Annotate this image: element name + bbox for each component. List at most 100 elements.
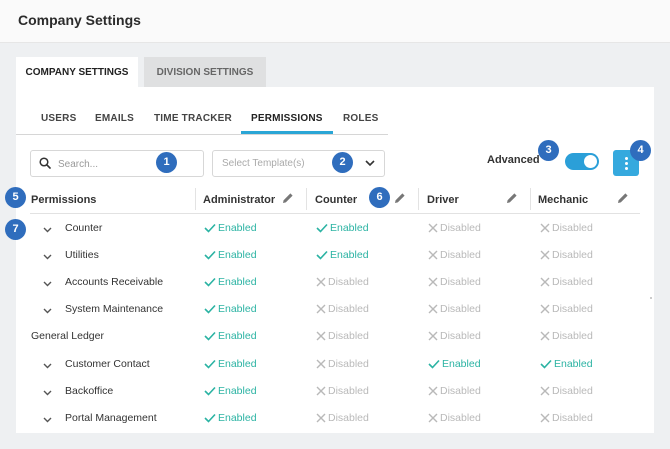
permission-cell-administrator[interactable]: Enabled [204, 412, 257, 424]
permission-cell-driver[interactable]: Enabled [428, 358, 481, 370]
advanced-label: Advanced [487, 154, 540, 166]
chevron-down-icon[interactable] [43, 281, 52, 287]
chevron-down-icon[interactable] [43, 417, 52, 423]
callout-badge-2: 2 [332, 152, 353, 173]
pencil-icon[interactable] [394, 192, 406, 204]
permission-cell-administrator[interactable]: Enabled [204, 330, 257, 342]
permission-label: General Ledger [31, 330, 104, 342]
permission-cell-counter[interactable]: Disabled [316, 385, 369, 397]
pencil-icon[interactable] [506, 192, 518, 204]
permission-label[interactable]: Backoffice [65, 385, 113, 397]
x-icon [540, 277, 550, 287]
tab-division-settings[interactable]: DIVISION SETTINGS [144, 57, 266, 87]
permission-cell-counter[interactable]: Disabled [316, 276, 369, 288]
permission-cell-counter[interactable]: Disabled [316, 358, 369, 370]
callout-badge-5: 5 [5, 187, 26, 208]
search-field[interactable] [30, 150, 204, 177]
status-text: Enabled [218, 358, 257, 370]
template-select[interactable]: Select Template(s) [212, 150, 385, 177]
permission-cell-mechanic[interactable]: Enabled [540, 358, 593, 370]
tab-emails[interactable]: EMAILS [95, 113, 134, 124]
chevron-down-icon[interactable] [43, 227, 52, 233]
permission-cell-mechanic[interactable]: Disabled [540, 276, 593, 288]
status-text: Disabled [440, 249, 481, 261]
check-icon [204, 304, 216, 314]
check-icon [316, 223, 328, 233]
permission-cell-driver[interactable]: Disabled [428, 303, 481, 315]
permission-cell-counter[interactable]: Enabled [316, 222, 369, 234]
x-icon [316, 359, 326, 369]
permission-label[interactable]: Utilities [65, 249, 99, 261]
callout-badge-3: 3 [538, 140, 559, 161]
check-icon [204, 386, 216, 396]
status-text: Disabled [328, 303, 369, 315]
permission-cell-administrator[interactable]: Enabled [204, 276, 257, 288]
tab-users[interactable]: USERS [41, 113, 76, 124]
status-text: Disabled [552, 249, 593, 261]
permission-cell-mechanic[interactable]: Disabled [540, 303, 593, 315]
permission-cell-administrator[interactable]: Enabled [204, 385, 257, 397]
status-text: Disabled [440, 330, 481, 342]
permission-cell-mechanic[interactable]: Disabled [540, 330, 593, 342]
x-icon [540, 250, 550, 260]
x-icon [428, 413, 438, 423]
permission-cell-administrator[interactable]: Enabled [204, 222, 257, 234]
status-text: Disabled [328, 385, 369, 397]
x-icon [428, 277, 438, 287]
permission-label[interactable]: System Maintenance [65, 303, 163, 315]
permission-cell-administrator[interactable]: Enabled [204, 249, 257, 261]
permission-cell-driver[interactable]: Disabled [428, 385, 481, 397]
chevron-down-icon[interactable] [43, 308, 52, 314]
permission-cell-driver[interactable]: Disabled [428, 412, 481, 424]
x-icon [540, 331, 550, 341]
permission-cell-driver[interactable]: Disabled [428, 276, 481, 288]
status-text: Disabled [552, 276, 593, 288]
permission-cell-counter[interactable]: Disabled [316, 303, 369, 315]
permission-cell-counter[interactable]: Disabled [316, 412, 369, 424]
callout-badge-1: 1 [156, 152, 177, 173]
x-icon [540, 304, 550, 314]
permission-label[interactable]: Portal Management [65, 412, 157, 424]
permission-cell-administrator[interactable]: Enabled [204, 303, 257, 315]
check-icon [204, 250, 216, 260]
tab-permissions[interactable]: PERMISSIONS [251, 113, 323, 124]
x-icon [316, 304, 326, 314]
chevron-down-icon[interactable] [43, 363, 52, 369]
permission-label[interactable]: Customer Contact [65, 358, 150, 370]
status-text: Enabled [218, 385, 257, 397]
tab-company-settings[interactable]: COMPANY SETTINGS [16, 57, 138, 87]
status-text: Disabled [328, 358, 369, 370]
permission-cell-driver[interactable]: Disabled [428, 330, 481, 342]
pencil-icon[interactable] [617, 192, 629, 204]
permission-cell-counter[interactable]: Disabled [316, 330, 369, 342]
chevron-down-icon [365, 160, 375, 167]
tab-roles[interactable]: ROLES [343, 113, 378, 124]
x-icon [428, 331, 438, 341]
permission-cell-counter[interactable]: Enabled [316, 249, 369, 261]
status-text: Disabled [440, 276, 481, 288]
permission-label[interactable]: Counter [65, 222, 102, 234]
permission-cell-mechanic[interactable]: Disabled [540, 249, 593, 261]
permission-label[interactable]: Accounts Receivable [65, 276, 163, 288]
status-text: Enabled [218, 330, 257, 342]
status-text: Disabled [328, 276, 369, 288]
status-text: Enabled [554, 358, 593, 370]
advanced-toggle[interactable] [565, 153, 599, 170]
permission-cell-driver[interactable]: Disabled [428, 249, 481, 261]
check-icon [204, 277, 216, 287]
permission-cell-driver[interactable]: Disabled [428, 222, 481, 234]
tab-time-tracker[interactable]: TIME TRACKER [154, 113, 232, 124]
search-input[interactable] [56, 155, 160, 173]
pencil-icon[interactable] [282, 192, 294, 204]
permission-cell-mechanic[interactable]: Disabled [540, 385, 593, 397]
permission-cell-mechanic[interactable]: Disabled [540, 222, 593, 234]
permission-cell-mechanic[interactable]: Disabled [540, 412, 593, 424]
chevron-down-icon[interactable] [43, 254, 52, 260]
chevron-down-icon[interactable] [43, 390, 52, 396]
status-text: Enabled [218, 222, 257, 234]
column-header-administrator: Administrator [203, 194, 276, 206]
search-icon [39, 157, 51, 169]
permission-cell-administrator[interactable]: Enabled [204, 358, 257, 370]
status-text: Enabled [330, 249, 369, 261]
status-text: Disabled [328, 330, 369, 342]
